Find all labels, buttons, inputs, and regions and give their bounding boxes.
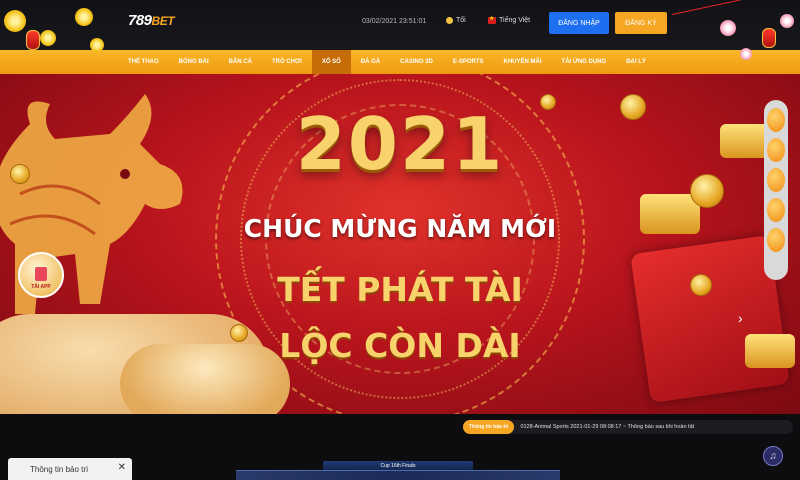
apricot-blossom-decor (720, 20, 736, 36)
language-label: Tiếng Việt (499, 17, 531, 24)
nav-item-dai-ly[interactable]: ĐẠI LÝ (616, 50, 656, 74)
chevron-right-icon[interactable]: › (738, 310, 743, 326)
maintenance-panel-title: Thông tin bảo trì (30, 464, 89, 474)
apricot-blossom-decor (780, 14, 794, 28)
maintenance-ticker[interactable]: Thông tin bảo trì 0128-Animal Sports 202… (463, 420, 793, 434)
lantern-decor (762, 28, 776, 48)
banner-greeting: CHÚC MỪNG NĂM MỚI (243, 214, 557, 243)
nav-item-casino-3d[interactable]: CASINO 3D (390, 50, 443, 74)
phone-icon[interactable] (767, 198, 785, 222)
theme-toggle[interactable]: Tối (446, 17, 466, 24)
logo-number: 789 (128, 12, 152, 29)
apricot-blossom-decor (75, 8, 93, 26)
promo-banner[interactable]: 2021 CHÚC MỪNG NĂM MỚI TẾT PHÁT TÀI LỘC … (0, 74, 800, 414)
close-icon[interactable]: ✕ (118, 462, 126, 473)
lantern-decor (26, 30, 40, 50)
mail-icon[interactable] (767, 228, 785, 252)
main-nav: THỂ THAO BÓNG BÀI BẮN CÁ TRÒ CHƠI XỔ SỐ … (0, 50, 800, 74)
banner-line-2: TẾT PHÁT TÀI (277, 270, 523, 309)
apricot-blossom-decor (90, 38, 104, 52)
match-board[interactable] (236, 470, 560, 480)
download-app-button[interactable]: TẢI APP (18, 252, 64, 298)
nav-item-e-sports[interactable]: E-SPORTS (443, 50, 494, 74)
top-bar: 789BET 03/02/2021 23:51:01 Tối Tiếng Việ… (0, 0, 800, 50)
theme-label: Tối (456, 17, 466, 24)
nav-item-khuyen-mai[interactable]: KHUYẾN MÃI (494, 50, 552, 74)
banner-line-3: LỘC CÒN DÀI (279, 326, 521, 365)
maintenance-panel[interactable]: Thông tin bảo trì ✕ (8, 458, 132, 480)
nav-item-bong-bai[interactable]: BÓNG BÀI (169, 50, 219, 74)
nav-item-tai-ung-dung[interactable]: TẢI ỨNG DỤNG (552, 50, 617, 74)
apricot-blossom-decor (4, 10, 26, 32)
logo[interactable]: 789BET (128, 12, 175, 29)
banner-year: 2021 (295, 102, 505, 186)
apricot-blossom-decor (40, 30, 56, 46)
side-contact-rail (764, 100, 788, 280)
gift-icon[interactable] (767, 138, 785, 162)
ticker-text: 0128-Animal Sports 2021-01-29 08:08:17 ~… (520, 424, 695, 430)
phone-app-icon (35, 267, 47, 281)
user-support-icon[interactable] (767, 108, 785, 132)
register-button[interactable]: ĐĂNG KÝ (615, 12, 667, 34)
page: 789BET 03/02/2021 23:51:01 Tối Tiếng Việ… (0, 0, 800, 480)
apricot-blossom-decor (740, 48, 752, 60)
chat-icon[interactable] (767, 168, 785, 192)
login-button[interactable]: ĐĂNG NHẬP (549, 12, 609, 34)
datetime: 03/02/2021 23:51:01 (362, 18, 427, 25)
music-icon[interactable]: ♫ (763, 446, 783, 466)
nav-item-tro-choi[interactable]: TRÒ CHƠI (262, 50, 312, 74)
nav-item-xo-so[interactable]: XỔ SỐ (311, 50, 351, 74)
nav-item-the-thao[interactable]: THỂ THAO (118, 50, 169, 74)
vietnam-flag-icon (488, 15, 496, 24)
theme-dot-icon (446, 17, 453, 24)
nav-item-da-ga[interactable]: ĐÁ GÀ (351, 50, 390, 74)
download-app-label: TẢI APP (31, 284, 51, 290)
logo-bet: BET (151, 14, 175, 28)
language-selector[interactable]: Tiếng Việt (488, 15, 531, 24)
ticker-badge: Thông tin bảo trì (463, 420, 515, 434)
nav-item-ban-ca[interactable]: BẮN CÁ (219, 50, 262, 74)
